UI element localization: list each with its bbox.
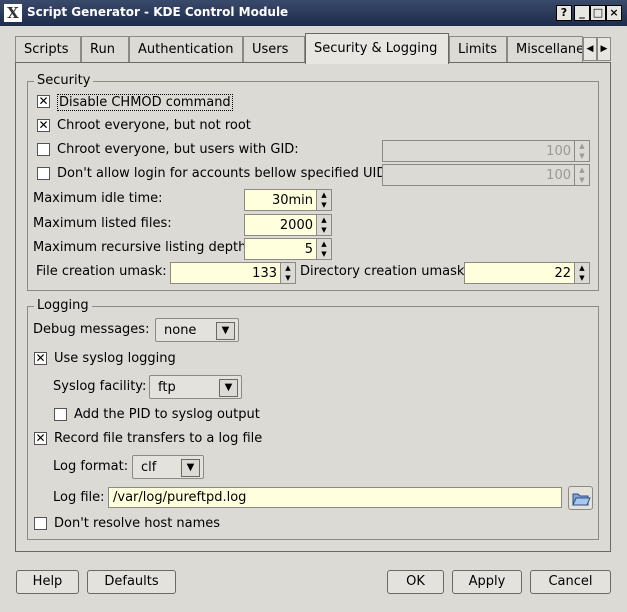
disable-chmod-checkbox[interactable]: ✕ (37, 95, 50, 108)
spin-arrows-icon[interactable]: ▲ ▼ (316, 239, 331, 259)
dropdown-arrow-icon[interactable]: ▼ (219, 379, 238, 397)
spin-arrows-icon[interactable]: ▲ ▼ (316, 215, 331, 235)
chroot-gid-value: 100 (546, 144, 571, 159)
no-resolve-label[interactable]: Don't resolve host names (54, 516, 220, 531)
maximize-icon[interactable]: □ (590, 5, 606, 21)
facility-value: ftp (158, 380, 176, 395)
tab-users[interactable]: Users (243, 36, 305, 62)
max-idle-value: 30min (271, 193, 313, 208)
apply-button[interactable]: Apply (452, 570, 522, 594)
log-format-select[interactable]: clf ▼ (132, 455, 204, 479)
dropdown-arrow-icon[interactable]: ▼ (181, 459, 200, 477)
max-depth-spinbox[interactable]: 5 ▲ ▼ (244, 238, 332, 260)
spin-arrows-icon[interactable]: ▲ ▼ (574, 165, 589, 185)
chroot-gid-label[interactable]: Chroot everyone, but users with GID: (57, 142, 299, 157)
tab-scripts[interactable]: Scripts (15, 36, 81, 62)
file-umask-value: 133 (252, 266, 277, 281)
log-file-label: Log file: (53, 490, 105, 505)
help-icon[interactable]: ? (556, 5, 572, 21)
chroot-everyone-label[interactable]: Chroot everyone, but not root (57, 118, 251, 133)
window-title: Script Generator - KDE Control Module (27, 5, 289, 19)
max-idle-label: Maximum idle time: (33, 191, 163, 206)
no-resolve-checkbox[interactable] (34, 517, 47, 530)
log-file-input[interactable]: /var/log/pureftpd.log (108, 487, 562, 508)
debug-select[interactable]: none ▼ (155, 318, 239, 342)
tab-scroll-left-icon[interactable]: ◀ (583, 37, 597, 61)
record-transfers-label[interactable]: Record file transfers to a log file (54, 431, 262, 446)
facility-label: Syslog facility: (53, 379, 147, 394)
spin-arrows-icon[interactable]: ▲ ▼ (574, 263, 589, 283)
cancel-button[interactable]: Cancel (530, 570, 611, 594)
add-pid-checkbox[interactable] (54, 408, 67, 421)
add-pid-label[interactable]: Add the PID to syslog output (74, 407, 260, 422)
app-icon[interactable]: X (4, 4, 22, 22)
dropdown-arrow-icon[interactable]: ▼ (216, 322, 235, 340)
title-bar[interactable]: X Script Generator - KDE Control Module … (0, 0, 627, 26)
tab-scroll-right-icon[interactable]: ▶ (597, 37, 611, 61)
max-files-value: 2000 (279, 218, 313, 233)
tab-security-logging[interactable]: Security & Logging (305, 33, 449, 64)
chroot-gid-spinbox[interactable]: 100 ▲ ▼ (382, 140, 590, 162)
syslog-checkbox[interactable]: ✕ (34, 352, 47, 365)
facility-select[interactable]: ftp ▼ (149, 375, 242, 399)
minimize-icon[interactable]: _ (574, 5, 590, 21)
max-files-label: Maximum listed files: (33, 216, 172, 231)
spin-arrows-icon[interactable]: ▲ ▼ (280, 263, 295, 283)
disable-chmod-label[interactable]: Disable CHMOD command (57, 94, 233, 111)
debug-value: none (164, 323, 197, 338)
deny-uid-label[interactable]: Don't allow login for accounts bellow sp… (57, 166, 391, 181)
tab-authentication[interactable]: Authentication (129, 36, 243, 62)
tab-run[interactable]: Run (81, 36, 129, 62)
deny-uid-value: 100 (546, 168, 571, 183)
security-legend: Security (34, 73, 94, 88)
max-idle-spinbox[interactable]: 30min ▲ ▼ (244, 189, 332, 211)
deny-uid-checkbox[interactable] (37, 167, 50, 180)
dir-umask-label: Directory creation umask: (300, 264, 469, 279)
log-format-value: clf (141, 460, 157, 475)
max-depth-label: Maximum recursive listing depth: (33, 240, 251, 255)
close-icon[interactable]: × (606, 5, 622, 21)
folder-icon[interactable] (568, 486, 593, 510)
chroot-everyone-checkbox[interactable]: ✕ (37, 119, 50, 132)
tab-miscellaneous[interactable]: Miscellane (507, 36, 583, 62)
deny-uid-spinbox[interactable]: 100 ▲ ▼ (382, 164, 590, 186)
file-umask-spinbox[interactable]: 133 ▲ ▼ (170, 262, 296, 284)
spin-arrows-icon[interactable]: ▲ ▼ (574, 141, 589, 161)
log-format-label: Log format: (53, 459, 129, 474)
defaults-button[interactable]: Defaults (87, 570, 176, 594)
max-depth-value: 5 (304, 242, 313, 257)
tab-limits[interactable]: Limits (449, 36, 507, 62)
dir-umask-value: 22 (554, 266, 571, 281)
debug-label: Debug messages: (33, 322, 150, 337)
dir-umask-spinbox[interactable]: 22 ▲ ▼ (464, 262, 590, 284)
max-files-spinbox[interactable]: 2000 ▲ ▼ (244, 214, 332, 236)
logging-legend: Logging (34, 298, 92, 313)
syslog-label[interactable]: Use syslog logging (54, 351, 176, 366)
file-umask-label: File creation umask: (36, 264, 167, 279)
record-transfers-checkbox[interactable]: ✕ (34, 432, 47, 445)
help-button[interactable]: Help (16, 570, 79, 594)
spin-arrows-icon[interactable]: ▲ ▼ (316, 190, 331, 210)
ok-button[interactable]: OK (387, 570, 444, 594)
chroot-gid-checkbox[interactable] (37, 143, 50, 156)
